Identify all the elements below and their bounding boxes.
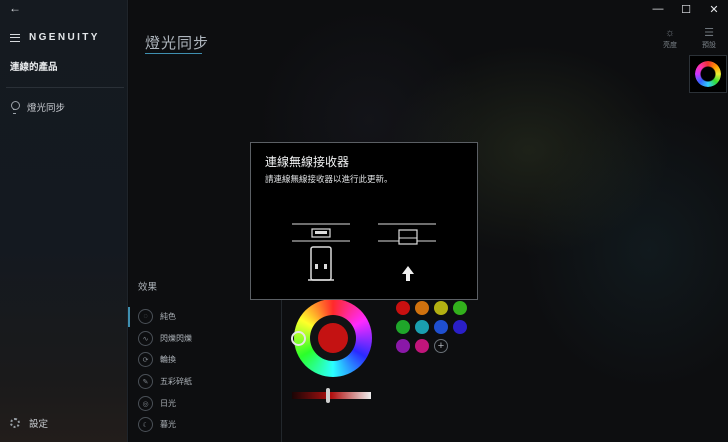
bulb-icon [10, 101, 20, 114]
presets-label: 預設 [702, 42, 716, 49]
close-button[interactable]: ✕ [699, 0, 728, 18]
effect-label: 純色 [160, 312, 176, 321]
arrow-up-icon [402, 266, 414, 281]
connect-receiver-dialog: 連線無線接收器 請連線無線接收器以進行此更新。 [250, 142, 478, 300]
confetti-icon: ✎ [138, 374, 153, 389]
brightness-slider[interactable] [292, 392, 371, 399]
page-title-underline [145, 53, 202, 54]
brightness-icon: ☼ [664, 27, 676, 39]
effect-blink[interactable]: ∿ 閃爍閃爍 [138, 331, 192, 346]
brightness-slider-thumb[interactable] [325, 388, 330, 403]
effect-label: 日光 [160, 399, 176, 408]
effect-solid[interactable]: ◌ 純色 [138, 309, 176, 324]
effect-label: 輪換 [160, 355, 176, 364]
effect-cycle[interactable]: ⟳ 輪換 [138, 352, 176, 367]
brightness-label: 亮度 [663, 42, 677, 49]
brightness-button[interactable]: ☼ 亮度 [656, 26, 684, 50]
color-swatch[interactable] [453, 320, 467, 334]
effect-label: 閃爍閃爍 [160, 334, 192, 343]
color-swatch[interactable] [396, 320, 410, 334]
settings-button[interactable]: 設定 [10, 416, 48, 430]
hamburger-menu-icon[interactable] [10, 33, 20, 42]
selected-effect-indicator [128, 307, 130, 327]
page-title: 燈光同步 [145, 35, 210, 52]
color-wheel-handle[interactable] [291, 331, 306, 346]
add-swatch-button[interactable]: + [434, 339, 448, 353]
connected-products-link[interactable]: 連線的產品 [10, 59, 58, 73]
cycle-icon: ⟳ [138, 352, 153, 367]
settings-label: 設定 [29, 419, 49, 430]
color-swatch[interactable] [396, 301, 410, 315]
title-bar: ← — ☐ ✕ [0, 0, 728, 18]
sidebar-item-label: 燈光同步 [27, 103, 66, 114]
maximize-button[interactable]: ☐ [671, 0, 701, 18]
color-swatch[interactable] [415, 320, 429, 334]
sidebar: NGENUITY 連線的產品 燈光同步 設定 [0, 0, 128, 442]
effect-sunlight[interactable]: ◎ 日光 [138, 396, 176, 411]
dialog-message: 請連線無線接收器以進行此更新。 [265, 174, 393, 184]
effect-label: 五彩碎紙 [160, 377, 192, 386]
brand-logo-text: NGENUITY [29, 32, 100, 43]
moon-icon: ☾ [138, 417, 153, 432]
color-swatch[interactable] [434, 301, 448, 315]
receiver-dongle-icon [310, 246, 332, 281]
sidebar-divider [6, 87, 124, 88]
usb-receiver-illustration [292, 223, 436, 281]
device-thumbnail[interactable] [689, 55, 727, 93]
effect-twilight[interactable]: ☾ 暮光 [138, 417, 176, 432]
plugged-receiver-icon [398, 229, 418, 245]
minimize-button[interactable]: — [643, 0, 673, 18]
dialog-title: 連線無線接收器 [265, 155, 350, 169]
sun-icon: ◎ [138, 396, 153, 411]
arrow-left-icon[interactable]: ← [8, 1, 22, 15]
brand: NGENUITY [10, 32, 100, 43]
color-swatch[interactable] [396, 339, 410, 353]
effect-confetti[interactable]: ✎ 五彩碎紙 [138, 374, 192, 389]
effect-label: 暮光 [160, 420, 176, 429]
presets-button[interactable]: ☰ 預設 [695, 26, 723, 50]
solid-icon: ◌ [138, 309, 153, 324]
color-swatch[interactable] [434, 320, 448, 334]
wave-icon: ∿ [138, 331, 153, 346]
selected-color-preview [318, 323, 348, 353]
color-swatch[interactable] [453, 301, 467, 315]
color-swatch[interactable] [415, 339, 429, 353]
effects-heading: 效果 [138, 282, 158, 293]
panel-divider [281, 300, 282, 442]
gear-icon [10, 418, 20, 428]
rgb-ring-image [695, 61, 721, 87]
sidebar-item-lighting-sync[interactable]: 燈光同步 [10, 100, 65, 114]
color-swatch[interactable] [415, 301, 429, 315]
sliders-icon: ☰ [704, 27, 714, 39]
